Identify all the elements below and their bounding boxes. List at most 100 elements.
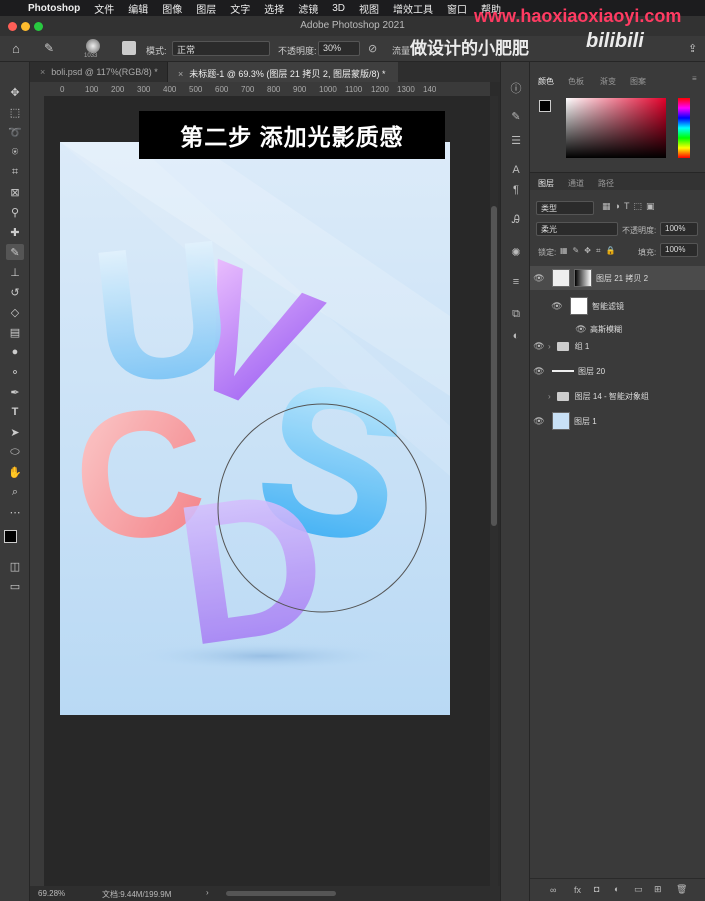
visibility-eye-icon[interactable]: 👁: [530, 366, 548, 377]
horizontal-scrollbar[interactable]: [226, 891, 336, 896]
scrollbar-thumb[interactable]: [491, 206, 497, 526]
vertical-scrollbar[interactable]: [490, 96, 498, 886]
canvas-area[interactable]: V U S C D: [44, 96, 490, 886]
layer-filter-icons[interactable]: ▦◑T⬚▣: [602, 201, 658, 212]
healing-tool-icon[interactable]: ✚: [6, 224, 24, 240]
history-panel-icon[interactable]: ⧉: [508, 306, 524, 322]
opacity-input[interactable]: 30%: [318, 41, 360, 56]
layer-mask-thumbnail[interactable]: [574, 269, 592, 287]
properties-panel-icon[interactable]: ≡: [508, 274, 524, 290]
pressure-opacity-icon[interactable]: ⊘: [368, 42, 377, 55]
type-tool-icon[interactable]: T: [6, 404, 24, 420]
crop-tool-icon[interactable]: ⌗: [6, 164, 24, 180]
pen-tool-icon[interactable]: ✒: [6, 384, 24, 400]
visibility-eye-icon[interactable]: 👁: [530, 273, 548, 284]
panel-menu-icon[interactable]: ≡: [692, 74, 697, 83]
brush-settings-icon[interactable]: [122, 41, 136, 55]
home-icon[interactable]: ⌂: [12, 41, 20, 56]
lock-icons[interactable]: ▦✎✥⌗🔒: [560, 246, 620, 256]
gradient-tool-icon[interactable]: ▤: [6, 324, 24, 340]
eraser-tool-icon[interactable]: ◇: [6, 304, 24, 320]
tab-color[interactable]: 颜色: [538, 76, 554, 87]
tab-boli[interactable]: × boli.psd @ 117%(RGB/8) *: [30, 62, 168, 82]
menu-select[interactable]: 选择: [264, 1, 284, 16]
layer-row[interactable]: 👁 图层 1: [530, 409, 705, 433]
menu-type[interactable]: 文字: [230, 1, 250, 16]
hue-slider[interactable]: [678, 98, 690, 158]
zoom-window-button[interactable]: [34, 22, 43, 31]
frame-tool-icon[interactable]: ⊠: [6, 184, 24, 200]
dodge-tool-icon[interactable]: ⚬: [6, 364, 24, 380]
tab-swatches[interactable]: 色板: [568, 76, 584, 87]
tab-untitled[interactable]: × 未标题-1 @ 69.3% (图层 21 拷贝 2, 图层蒙版/8) *: [168, 62, 398, 82]
adjustment-layer-icon[interactable]: ◐: [614, 884, 619, 894]
add-mask-icon[interactable]: ◘: [594, 884, 599, 894]
brushes-panel-icon[interactable]: ✺: [508, 244, 524, 260]
tab-paths[interactable]: 路径: [598, 178, 614, 189]
paragraph-panel-icon[interactable]: ¶: [508, 182, 524, 198]
brush-preset-icon[interactable]: [86, 39, 100, 53]
character-panel-icon[interactable]: A: [508, 162, 524, 178]
layer-style-icon[interactable]: fx: [574, 885, 581, 895]
menu-layer[interactable]: 图层: [196, 1, 216, 16]
menu-filter[interactable]: 滤镜: [298, 1, 318, 16]
path-select-tool-icon[interactable]: ➤: [6, 424, 24, 440]
menu-window[interactable]: 窗口: [447, 1, 467, 16]
screen-mode-icon[interactable]: ▭: [6, 578, 24, 594]
expand-arrow-icon[interactable]: ›: [548, 392, 551, 401]
lasso-tool-icon[interactable]: ➰: [6, 124, 24, 140]
color-picker-field[interactable]: [566, 98, 666, 158]
status-arrow-icon[interactable]: ›: [206, 888, 209, 897]
eyedropper-tool-icon[interactable]: ⚲: [6, 204, 24, 220]
visibility-eye-icon[interactable]: 👁: [530, 341, 548, 352]
mode-select[interactable]: 正常: [172, 41, 270, 56]
color-foreground-swatch[interactable]: [539, 100, 551, 112]
blur-tool-icon[interactable]: ●: [6, 344, 24, 360]
delete-layer-icon[interactable]: 🗑: [676, 884, 687, 895]
quick-mask-icon[interactable]: ◫: [6, 558, 24, 574]
tab-channels[interactable]: 通道: [568, 178, 584, 189]
menu-image[interactable]: 图像: [162, 1, 182, 16]
layer-row[interactable]: 👁 智能滤镜: [530, 294, 705, 318]
history-brush-tool-icon[interactable]: ↺: [6, 284, 24, 300]
expand-arrow-icon[interactable]: ›: [548, 342, 551, 351]
visibility-eye-icon[interactable]: 👁: [572, 324, 590, 335]
adjust-sliders-icon[interactable]: ☰: [508, 132, 524, 148]
tab-patterns[interactable]: 图案: [630, 76, 646, 87]
brush-tool-icon[interactable]: ✎: [44, 41, 54, 55]
tab-gradients[interactable]: 渐变: [600, 76, 616, 87]
visibility-eye-icon[interactable]: 👁: [530, 416, 548, 427]
menu-edit[interactable]: 编辑: [128, 1, 148, 16]
close-window-button[interactable]: [8, 22, 17, 31]
layer-row[interactable]: 👁 图层 21 拷贝 2: [530, 266, 705, 290]
blend-mode-select[interactable]: 柔光: [536, 222, 618, 236]
move-tool-icon[interactable]: ✥: [6, 84, 24, 100]
visibility-eye-icon[interactable]: 👁: [548, 301, 566, 312]
zoom-tool-icon[interactable]: ⌕: [6, 484, 24, 500]
layer-opacity-input[interactable]: 100%: [660, 222, 698, 236]
quick-select-tool-icon[interactable]: ⍟: [6, 144, 24, 160]
more-tools-icon[interactable]: ⋯: [6, 504, 24, 520]
menu-view[interactable]: 视图: [359, 1, 379, 16]
info-icon[interactable]: ⓘ: [508, 80, 524, 96]
zoom-level[interactable]: 69.28%: [38, 889, 65, 898]
marquee-tool-icon[interactable]: ⬚: [6, 104, 24, 120]
brush-settings-panel-icon[interactable]: ✎: [508, 108, 524, 124]
menu-plugins[interactable]: 增效工具: [393, 1, 433, 16]
artboard[interactable]: V U S C D: [44, 96, 490, 886]
menu-file[interactable]: 文件: [94, 1, 114, 16]
brush-tool-icon[interactable]: ✎: [6, 244, 24, 260]
link-layers-icon[interactable]: ∞: [550, 885, 556, 895]
layer-row[interactable]: 👁 › 组 1: [530, 334, 705, 358]
hand-tool-icon[interactable]: ✋: [6, 464, 24, 480]
fill-input[interactable]: 100%: [660, 243, 698, 257]
foreground-color-swatch[interactable]: [4, 530, 17, 543]
glyphs-panel-icon[interactable]: Ꭿ: [508, 212, 524, 228]
minimize-window-button[interactable]: [21, 22, 30, 31]
tab-layers[interactable]: 图层: [538, 178, 554, 189]
share-icon[interactable]: ⇪: [688, 42, 697, 55]
new-group-icon[interactable]: ▭: [634, 884, 643, 895]
layer-row[interactable]: › 图层 14 - 智能对象组: [530, 384, 705, 408]
menu-3d[interactable]: 3D: [332, 3, 345, 14]
menu-photoshop[interactable]: Photoshop: [28, 3, 80, 14]
